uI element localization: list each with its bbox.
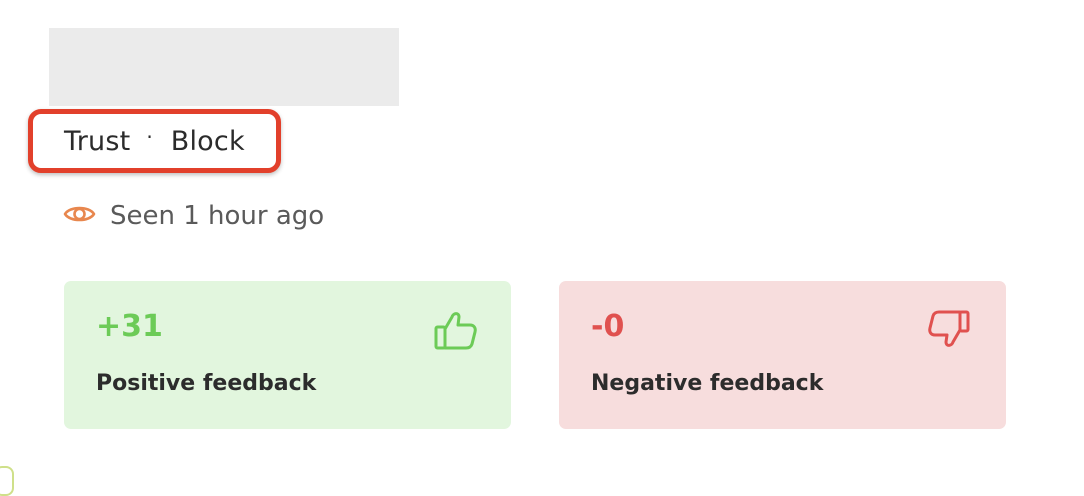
trust-link[interactable]: Trust: [64, 126, 130, 157]
negative-feedback-count: -0: [591, 309, 625, 344]
username-placeholder: [49, 28, 399, 106]
thumbs-down-icon: [927, 309, 971, 351]
negative-feedback-label: Negative feedback: [591, 371, 824, 396]
positive-feedback-label: Positive feedback: [96, 371, 317, 396]
positive-feedback-card[interactable]: +31 Positive feedback: [64, 281, 511, 429]
action-separator: ·: [146, 125, 153, 149]
negative-feedback-card[interactable]: -0 Negative feedback: [559, 281, 1006, 429]
block-link[interactable]: Block: [171, 126, 245, 157]
trust-block-actions: Trust · Block: [28, 109, 281, 173]
positive-feedback-count: +31: [96, 309, 163, 344]
last-seen-text: Seen 1 hour ago: [110, 201, 325, 231]
partial-widget-edge: [0, 466, 14, 496]
thumbs-up-icon: [434, 309, 478, 351]
eye-icon: [63, 203, 96, 229]
last-seen-status: Seen 1 hour ago: [63, 196, 324, 236]
